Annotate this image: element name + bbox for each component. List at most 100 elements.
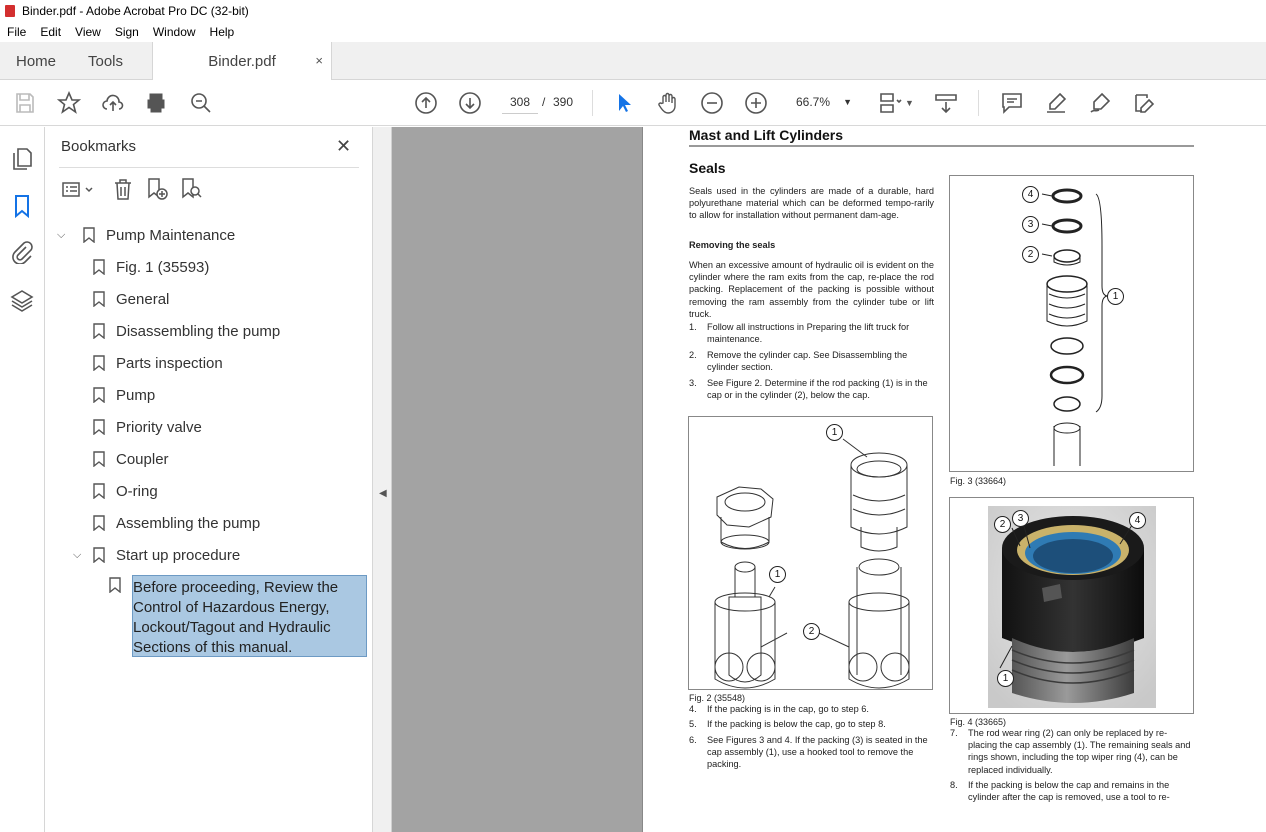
menu-sign[interactable]: Sign (115, 25, 139, 39)
cylinder-packing-illustration (714, 438, 910, 689)
bookmark-label: Pump (116, 386, 156, 404)
menu-window[interactable]: Window (153, 25, 196, 39)
chevron-down-icon[interactable]: ▼ (905, 98, 914, 108)
figure-3-caption: Fig. 3 (33664) (950, 476, 1007, 486)
bookmark-icon (93, 259, 105, 275)
comment-icon[interactable] (1000, 91, 1024, 115)
body-paragraph: When an excessive amount of hydraulic oi… (689, 260, 934, 319)
page-number-input[interactable]: 308 (502, 90, 538, 114)
figure-3: 4 3 2 1 (949, 175, 1194, 472)
callout-1: 1 (1107, 288, 1124, 305)
bookmark-label: Disassembling the pump (116, 322, 281, 340)
menu-file[interactable]: File (7, 25, 26, 39)
toolbar-divider (592, 90, 593, 116)
page-total: 390 (553, 95, 574, 109)
upload-icon[interactable] (101, 91, 125, 115)
bookmark-item-startup[interactable]: ⌵ Start up procedure (73, 543, 240, 567)
star-icon[interactable] (56, 90, 82, 115)
bookmark-item-general[interactable]: General (93, 287, 169, 311)
page-down-icon[interactable] (458, 91, 482, 115)
callout-1: 1 (997, 670, 1014, 687)
zoom-search-icon[interactable] (189, 91, 213, 115)
bookmark-label: General (116, 290, 170, 308)
select-cursor-icon[interactable] (612, 91, 636, 115)
menu-edit[interactable]: Edit (40, 25, 61, 39)
tab-document-label: Binder.pdf (208, 53, 276, 70)
sign-icon[interactable] (1088, 91, 1112, 115)
bookmark-icon (93, 515, 105, 531)
bookmark-label: Pump Maintenance (106, 226, 236, 244)
save-icon[interactable] (13, 91, 37, 115)
navigation-rail (0, 127, 45, 832)
bookmark-item-priority-valve[interactable]: Priority valve (93, 415, 202, 439)
bookmark-item-disassembling[interactable]: Disassembling the pump (93, 319, 280, 343)
figure-4-caption: Fig. 4 (33665) (950, 717, 1007, 727)
bookmark-item-assembling[interactable]: Assembling the pump (93, 511, 260, 535)
menu-view[interactable]: View (75, 25, 101, 39)
callout-2: 2 (803, 623, 820, 640)
figure-2: 1 1 2 (688, 416, 933, 690)
tab-close-icon[interactable]: × (315, 53, 323, 68)
attachment-icon[interactable] (10, 240, 34, 265)
zoom-out-icon[interactable] (700, 91, 724, 115)
bookmark-icon (93, 323, 105, 339)
page-up-icon[interactable] (414, 91, 438, 115)
new-bookmark-icon[interactable] (145, 177, 169, 201)
options-menu-icon[interactable] (61, 177, 95, 201)
callout-4: 4 (1022, 186, 1039, 203)
divider (59, 167, 359, 168)
menu-help[interactable]: Help (210, 25, 235, 39)
header-rule (689, 145, 1194, 147)
window-title: Binder.pdf - Adobe Acrobat Pro DC (32-bi… (22, 4, 249, 18)
bookmark-panel-icon[interactable] (10, 194, 34, 219)
find-bookmark-icon[interactable] (179, 177, 203, 201)
bookmark-icon (93, 387, 105, 403)
step-item: 5. If the packing is below the cap, go to… (689, 719, 886, 729)
bookmark-root[interactable]: ⌵ Pump Maintenance (57, 223, 235, 247)
pdf-icon (5, 5, 15, 17)
step-item: 3. See Figure 2. Determine if the rod pac… (689, 378, 928, 401)
page-header: Mast and Lift Cylinders (689, 127, 844, 143)
bookmarks-panel: Bookmarks ✕ ⌵ Pump Maintenance Fig. 1 (3… (45, 127, 373, 832)
bookmark-label: Fig. 1 (35593) (116, 258, 210, 276)
bookmark-label-line: Before proceeding, Review the (133, 579, 339, 596)
page-thumbnails-icon[interactable] (10, 147, 34, 171)
bookmark-icon (93, 451, 105, 467)
collapse-arrow-icon: ◀ (379, 488, 387, 499)
tab-home[interactable]: Home (16, 42, 56, 80)
bookmark-label: Parts inspection (116, 354, 223, 372)
layers-icon[interactable] (10, 289, 34, 313)
toolbar (0, 80, 1266, 126)
bookmark-item-parts-inspection[interactable]: Parts inspection (93, 351, 223, 375)
tab-tools[interactable]: Tools (88, 42, 123, 80)
bookmark-icon (93, 547, 105, 563)
fit-page-icon[interactable] (878, 91, 902, 115)
title-bar: Binder.pdf - Adobe Acrobat Pro DC (32-bi… (0, 0, 1266, 22)
delete-icon[interactable] (111, 177, 135, 201)
panel-collapse-handle[interactable]: ◀ (373, 127, 392, 832)
close-icon[interactable]: ✕ (336, 136, 351, 157)
bookmark-item-selected[interactable]: Before proceeding, Review the Control of… (132, 575, 367, 657)
tab-document[interactable]: Binder.pdf × (152, 42, 332, 81)
bookmark-label: Start up procedure (116, 546, 241, 564)
chevron-down-icon[interactable]: ⌵ (57, 229, 73, 242)
zoom-in-icon[interactable] (744, 91, 768, 115)
bookmark-item-o-ring[interactable]: O-ring (93, 479, 158, 503)
print-icon[interactable] (144, 91, 168, 115)
zoom-dropdown[interactable]: 66.7% ▼ (786, 90, 856, 114)
tab-bar: Home Tools Binder.pdf × (0, 42, 1266, 81)
bookmark-item-coupler[interactable]: Coupler (93, 447, 169, 471)
figure-2-caption: Fig. 2 (35548) (689, 693, 746, 703)
step-item: 6. See Figures 3 and 4. If the packing (3… (689, 735, 928, 770)
hand-icon[interactable] (656, 91, 680, 115)
chevron-down-icon: ▼ (843, 97, 852, 107)
bookmark-item-fig1[interactable]: Fig. 1 (35593) (93, 255, 209, 279)
highlight-pen-icon[interactable] (1044, 91, 1068, 115)
edit-pdf-icon[interactable] (1132, 91, 1156, 115)
scroll-mode-icon[interactable] (934, 91, 958, 115)
bookmark-item-pump[interactable]: Pump (93, 383, 155, 407)
chevron-down-icon[interactable]: ⌵ (73, 549, 89, 562)
bookmark-toolbar (59, 175, 359, 203)
bookmark-label-line: Control of Hazardous Energy, (133, 599, 330, 616)
cap-assembly-photo (988, 506, 1156, 708)
